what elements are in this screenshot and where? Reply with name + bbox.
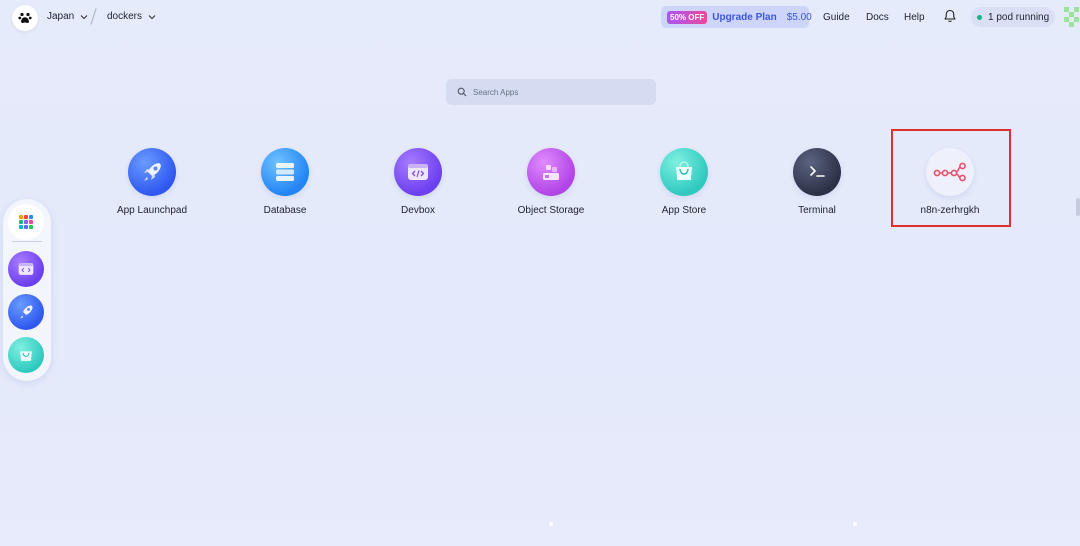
terminal-icon: [793, 148, 841, 196]
shopping-bag-icon: [20, 351, 32, 361]
shopping-bag-icon: [660, 148, 708, 196]
app-store[interactable]: App Store: [624, 148, 744, 216]
app-label: App Store: [661, 205, 707, 216]
app-label: App Launchpad: [116, 205, 188, 216]
discount-badge: 50% OFF: [667, 10, 708, 24]
app-database[interactable]: Database: [225, 148, 345, 216]
bell-icon[interactable]: [943, 9, 957, 23]
pod-status-badge[interactable]: 1 pod running: [971, 7, 1055, 27]
rocket-icon: [20, 305, 33, 319]
search-input[interactable]: [473, 87, 643, 97]
docs-link[interactable]: Docs: [866, 12, 889, 23]
app-object-storage[interactable]: Object Storage: [491, 148, 611, 216]
status-dot: [977, 14, 982, 20]
right-edge-handle[interactable]: [1076, 198, 1080, 216]
guide-link[interactable]: Guide: [823, 12, 850, 23]
chevron-down-icon: [80, 14, 88, 19]
upgrade-price: $5.00: [786, 11, 812, 23]
app-launchpad[interactable]: App Launchpad: [92, 148, 212, 216]
object-storage-icon: [527, 148, 575, 196]
upgrade-plan-button[interactable]: 50% OFF Upgrade Plan $5.00: [661, 6, 812, 28]
upgrade-plan-label: Upgrade Plan: [712, 11, 777, 23]
devbox-icon: [394, 148, 442, 196]
workspace-selector[interactable]: dockers: [107, 11, 156, 22]
app-devbox[interactable]: Devbox: [358, 148, 478, 216]
app-label: Database: [263, 205, 307, 216]
region-selector[interactable]: Japan: [47, 11, 88, 22]
dock-item-app-launchpad[interactable]: [8, 294, 44, 330]
chevron-down-icon: [148, 14, 156, 19]
page-indicator-dot[interactable]: [853, 522, 857, 526]
page-indicator-dot[interactable]: [549, 522, 553, 526]
dock-divider: [12, 241, 42, 242]
left-dock: [3, 199, 51, 381]
pod-status-text: 1 pod running: [988, 11, 1050, 23]
app-terminal[interactable]: Terminal: [757, 148, 877, 216]
app-label: Object Storage: [517, 205, 585, 216]
database-icon: [261, 148, 309, 196]
rocket-icon: [128, 148, 176, 196]
devbox-icon: [18, 263, 34, 275]
dock-item-all-apps[interactable]: [8, 204, 44, 240]
top-bar: Japan dockers 50% OFF Upgrade Plan $5.00…: [0, 0, 1080, 34]
avatar[interactable]: [1064, 7, 1080, 27]
search-icon: [457, 87, 467, 97]
workspace-label: dockers: [107, 11, 143, 22]
app-label: Terminal: [798, 205, 836, 216]
user-avatar-icon: [1064, 7, 1079, 27]
apps-grid-icon: [19, 215, 33, 229]
dock-item-app-store[interactable]: [8, 337, 44, 373]
help-link[interactable]: Help: [904, 12, 925, 23]
paw-icon: [18, 12, 32, 24]
app-label: Devbox: [401, 205, 435, 216]
region-label: Japan: [47, 11, 75, 22]
selection-highlight-box: [891, 129, 1011, 227]
breadcrumb-divider: [90, 8, 97, 25]
search-apps-box[interactable]: [446, 79, 656, 105]
dock-item-devbox[interactable]: [8, 251, 44, 287]
sealos-logo[interactable]: [12, 5, 38, 31]
